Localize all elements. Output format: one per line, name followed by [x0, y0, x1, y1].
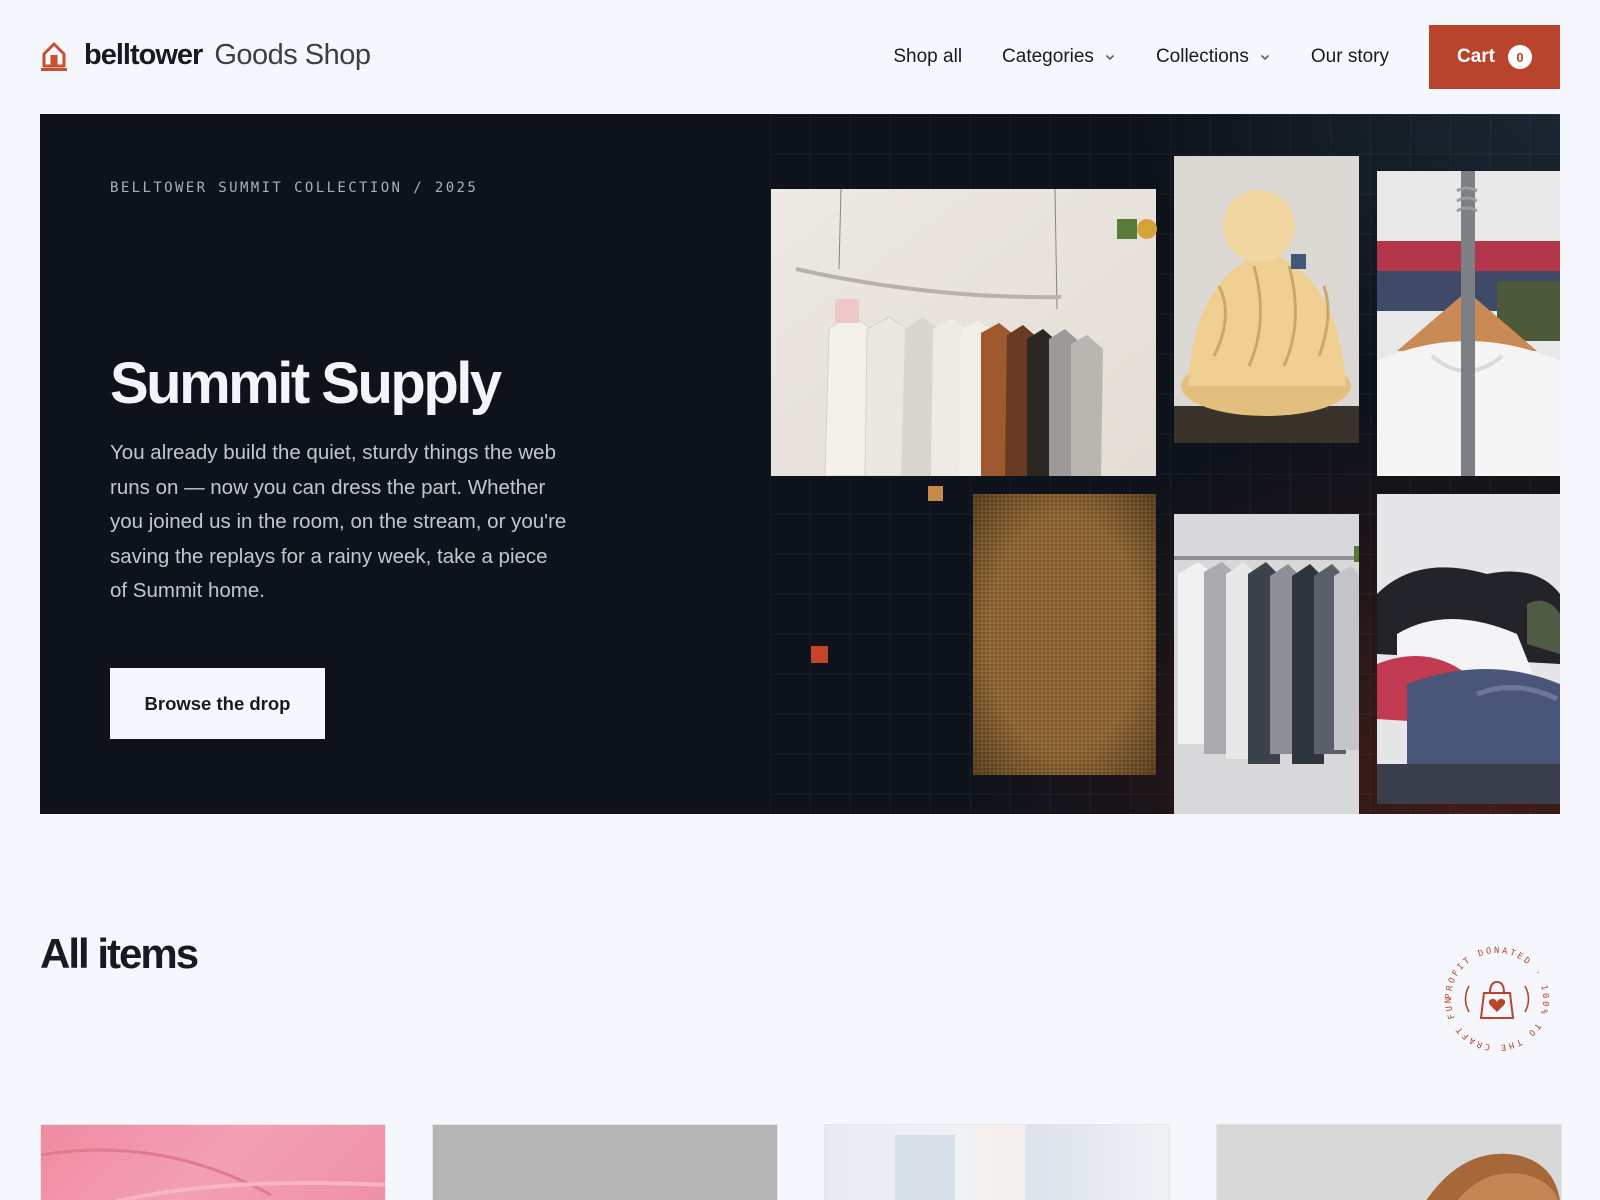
- browse-drop-button[interactable]: Browse the drop: [110, 668, 325, 739]
- accent-dot-gold: [1137, 219, 1157, 239]
- nav-categories[interactable]: Categories: [1002, 46, 1116, 68]
- hero-banner: BELLTOWER SUMMIT COLLECTION / 2025 Summi…: [40, 114, 1560, 814]
- nav-our-story[interactable]: Our story: [1311, 46, 1389, 68]
- brand-suffix: Goods Shop: [214, 39, 371, 71]
- product-image: [1426, 1153, 1560, 1200]
- accent-square-red: [811, 646, 828, 663]
- product-card[interactable]: [824, 1124, 1170, 1200]
- all-items-heading: All items: [40, 930, 199, 977]
- chevron-down-icon: [1105, 54, 1115, 61]
- cart-button[interactable]: Cart 0: [1429, 25, 1560, 89]
- donation-badge: PROFIT DONATED · 100% TO THE CRAFT FUND …: [1434, 933, 1556, 1058]
- donation-badge-graphic: PROFIT DONATED · 100% TO THE CRAFT FUND …: [1434, 933, 1550, 1052]
- product-image: [41, 1148, 385, 1200]
- nav-collections-label: Collections: [1155, 46, 1249, 67]
- main-nav: Shop all Categories Collections Our stor…: [893, 25, 1560, 89]
- hero-copy: You already build the quiet, sturdy thin…: [110, 441, 567, 602]
- nav-shop-all[interactable]: Shop all: [893, 46, 962, 68]
- accent-square-tan: [928, 486, 943, 501]
- product-card[interactable]: [40, 1124, 386, 1200]
- home-icon: [41, 42, 67, 71]
- brand-name: belltower: [84, 39, 203, 71]
- nav-shop-all-label: Shop all: [893, 46, 963, 67]
- photo-hanger-shirts: [1377, 171, 1560, 476]
- accent-square-green: [1117, 219, 1137, 239]
- chevron-down-icon: [1260, 54, 1269, 61]
- product-card[interactable]: [432, 1124, 778, 1200]
- svg-text:PROFIT DONATED · 100% TO THE C: PROFIT DONATED · 100% TO THE CRAFT FUND …: [1438, 940, 1550, 1052]
- shopping-bag-heart-icon: [1479, 980, 1515, 1019]
- badge-ring-text: PROFIT DONATED · 100% TO THE CRAFT FUND …: [1434, 933, 1547, 1052]
- nav-categories-label: Categories: [1002, 46, 1094, 67]
- cart-count-badge: 0: [1508, 45, 1532, 69]
- photo-grey-clothing-rack: [1174, 514, 1359, 814]
- photo-clothing-pile: [1377, 494, 1560, 804]
- nav-our-story-label: Our story: [1310, 46, 1389, 67]
- photo-knit-beanie: [1174, 156, 1359, 443]
- hero-eyebrow: BELLTOWER SUMMIT COLLECTION / 2025: [110, 180, 479, 196]
- product-card[interactable]: [1216, 1124, 1562, 1200]
- product-image: [433, 1125, 777, 1200]
- brand-logo-link[interactable]: belltower Goods Shop: [40, 39, 371, 72]
- photo-burlap-texture: [973, 494, 1156, 775]
- hero-title: Summit Supply: [110, 351, 502, 416]
- cart-label: Cart: [1456, 46, 1495, 67]
- product-image: [895, 1125, 1025, 1200]
- site-header: belltower Goods Shop Shop all Categories…: [40, 25, 1560, 89]
- nav-collections[interactable]: Collections: [1156, 46, 1271, 68]
- photo-clothing-rack: [771, 189, 1156, 476]
